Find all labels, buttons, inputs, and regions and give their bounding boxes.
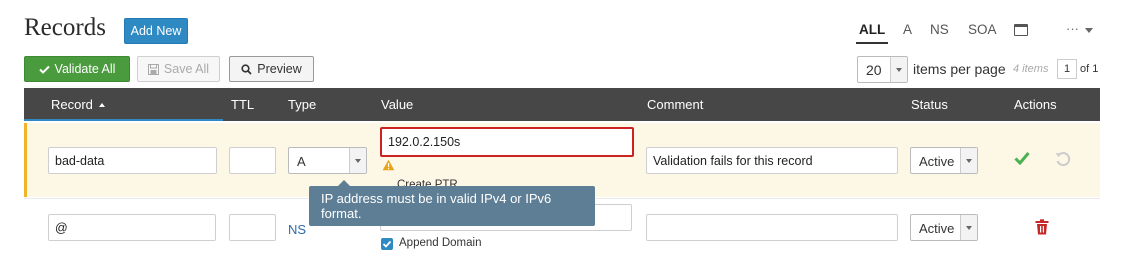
filter-soa[interactable]: SOA [968, 22, 997, 37]
validate-all-label: Validate All [54, 62, 116, 76]
trash-icon[interactable] [1035, 219, 1049, 235]
append-domain-label: Append Domain [399, 237, 482, 249]
record-name-input[interactable]: @ [48, 214, 216, 241]
save-all-label: Save All [163, 62, 210, 76]
record-type-value: NS [288, 222, 307, 237]
filter-all[interactable]: ALL [859, 22, 885, 37]
sort-ascending-icon [98, 103, 105, 107]
chevron-down-icon [349, 148, 366, 173]
chevron-down-icon[interactable] [1085, 28, 1093, 33]
validation-error-tooltip: IP address must be in valid IPv4 or IPv6… [309, 186, 595, 226]
column-header-record[interactable]: Record [51, 97, 105, 112]
save-icon [147, 63, 159, 75]
column-header-type[interactable]: Type [288, 97, 316, 112]
filter-all-underline [856, 42, 888, 44]
column-header-comment[interactable]: Comment [647, 97, 703, 112]
preview-label: Preview [257, 62, 302, 76]
sort-indicator-underline [24, 119, 223, 121]
check-icon [382, 240, 392, 248]
filter-a[interactable]: A [903, 22, 912, 37]
type-select-value: A [297, 154, 306, 169]
check-icon [38, 65, 50, 74]
page-total: of 1 [1080, 63, 1099, 75]
ttl-input[interactable] [229, 214, 276, 241]
value-input[interactable]: 192.0.2.150s [380, 127, 634, 157]
save-all-button[interactable]: Save All [137, 56, 220, 82]
filter-ns[interactable]: NS [930, 22, 949, 37]
type-select[interactable]: A [288, 147, 367, 174]
record-type-filters: ALL A NS SOA ··· [0, 21, 1124, 44]
page-number-input[interactable]: 1 [1057, 59, 1077, 79]
chevron-down-icon [890, 57, 907, 82]
comment-input[interactable] [646, 214, 898, 241]
status-select-value: Active [919, 221, 955, 236]
column-header-value[interactable]: Value [381, 97, 413, 112]
ttl-input[interactable] [229, 147, 276, 174]
chevron-down-icon [960, 148, 977, 173]
record-name-input[interactable]: bad-data [48, 147, 217, 174]
validate-all-button[interactable]: Validate All [24, 56, 130, 82]
status-select[interactable]: Active [910, 147, 978, 174]
column-header-status[interactable]: Status [911, 97, 948, 112]
append-domain-checkbox[interactable] [381, 238, 393, 250]
items-per-page-label: items per page [913, 61, 1006, 77]
comment-input[interactable]: Validation fails for this record [646, 147, 898, 174]
more-filters-menu[interactable]: ··· [1066, 21, 1079, 36]
column-header-ttl[interactable]: TTL [231, 97, 254, 112]
check-icon[interactable] [1014, 151, 1030, 165]
items-per-page-value: 20 [866, 62, 882, 78]
preview-button[interactable]: Preview [229, 56, 314, 82]
status-select[interactable]: Active [910, 214, 978, 241]
calendar-icon[interactable] [1014, 24, 1028, 36]
records-table-header: Record TTL Type Value Comment Status Act… [24, 88, 1100, 121]
warning-icon [382, 159, 395, 171]
chevron-down-icon [960, 215, 977, 240]
undo-icon[interactable] [1054, 150, 1072, 168]
status-select-value: Active [919, 154, 955, 169]
items-per-page-select[interactable]: 20 [857, 56, 908, 83]
column-header-actions: Actions [1014, 97, 1057, 112]
search-icon [241, 63, 252, 75]
items-count: 4 items [1013, 63, 1049, 75]
